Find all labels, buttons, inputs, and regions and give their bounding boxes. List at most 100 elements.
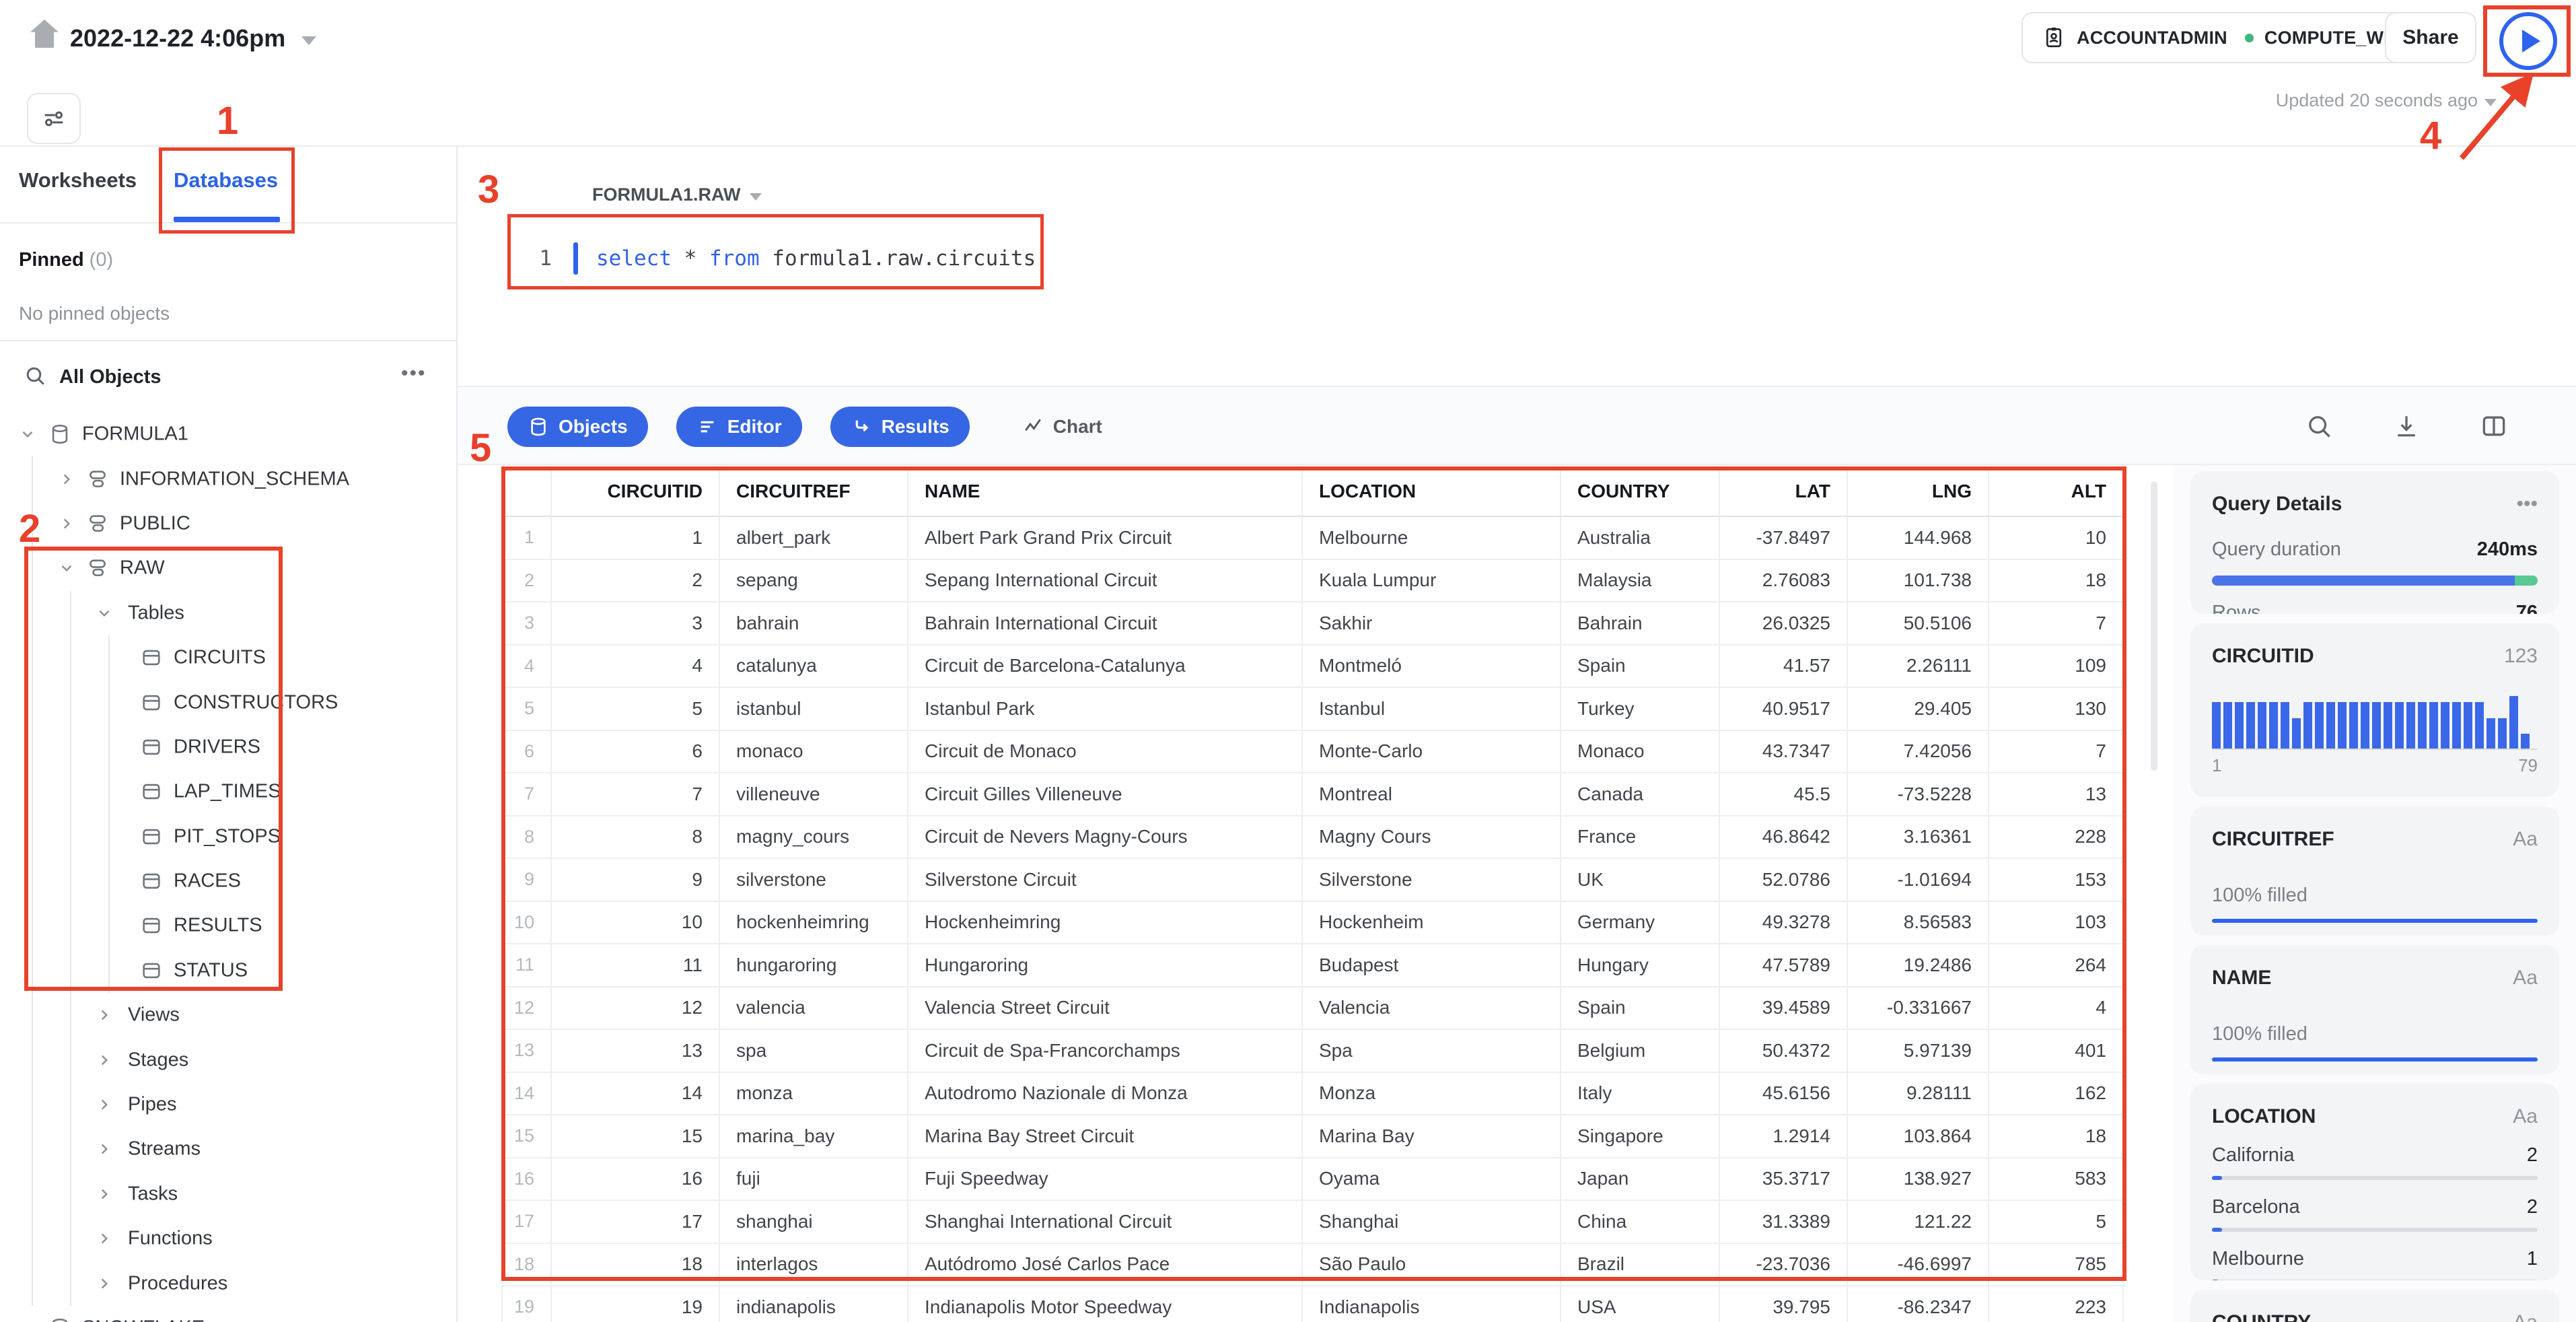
column-header-lng[interactable]: LNG — [1848, 466, 1989, 517]
table-cell: Marina Bay Street Circuit — [908, 1115, 1303, 1158]
table-row[interactable]: 6 6 monaco Circuit de Monaco Monte-Carlo Mona… — [501, 730, 2124, 773]
updated-status[interactable]: Updated 20 seconds ago — [2180, 90, 2497, 111]
table-cell: 46.8642 — [1720, 816, 1848, 859]
tree-item-information_schema[interactable]: INFORMATION_SCHEMA — [0, 456, 456, 501]
view-tab-chart[interactable]: Chart — [1022, 416, 1102, 438]
table-row[interactable]: 2 2 sepang Sepang International Circuit Kual… — [501, 559, 2124, 602]
role-label: ACCOUNTADMIN — [2077, 27, 2227, 48]
column-header-alt[interactable]: ALT — [1989, 466, 2124, 517]
tree-item-constructors[interactable]: CONSTRUCTORS — [0, 680, 456, 724]
tree-item-public[interactable]: PUBLIC — [0, 501, 456, 546]
tree-item-drivers[interactable]: DRIVERS — [0, 725, 456, 769]
table-row[interactable]: 13 13 spa Circuit de Spa-Francorchamps Spa Be… — [501, 1030, 2124, 1073]
search-icon[interactable] — [23, 363, 47, 391]
tree-item-tables[interactable]: Tables — [0, 591, 456, 635]
chevron-right-icon[interactable] — [58, 515, 75, 532]
chevron-right-icon[interactable] — [96, 1230, 113, 1247]
table-row[interactable]: 4 4 catalunya Circuit de Barcelona-Cataluny… — [501, 645, 2124, 688]
chevron-right-icon[interactable] — [58, 471, 75, 488]
split-view-icon[interactable] — [2479, 411, 2509, 441]
table-row[interactable]: 3 3 bahrain Bahrain International Circuit Sa… — [501, 602, 2124, 646]
tree-item-formula1[interactable]: FORMULA1 — [0, 412, 456, 456]
row-number: 4 — [501, 645, 552, 688]
column-header-name[interactable]: NAME — [908, 466, 1303, 517]
table-cell: Autodromo Nazionale di Monza — [908, 1072, 1303, 1115]
chevron-right-icon[interactable] — [96, 1185, 113, 1203]
chevron-right-icon[interactable] — [96, 1096, 113, 1113]
tree-item-status[interactable]: STATUS — [0, 948, 456, 993]
tree-item-stages[interactable]: Stages — [0, 1037, 456, 1082]
tree-item-circuits[interactable]: CIRCUITS — [0, 635, 456, 680]
tree-item-pit_stops[interactable]: PIT_STOPS — [0, 814, 456, 859]
table-row[interactable]: 14 14 monza Autodromo Nazionale di Monza Mon… — [501, 1072, 2124, 1115]
table-row[interactable]: 1 1 albert_park Albert Park Grand Prix Circ… — [501, 517, 2124, 560]
more-options-icon[interactable]: ••• — [401, 362, 427, 385]
tree-item-pipes[interactable]: Pipes — [0, 1082, 456, 1127]
table-cell: Monte-Carlo — [1303, 730, 1561, 773]
column-header-location[interactable]: LOCATION — [1303, 466, 1561, 517]
tree-item-results[interactable]: RESULTS — [0, 903, 456, 948]
column-header-circuitid[interactable]: CIRCUITID — [552, 466, 720, 517]
column-header-lat[interactable]: LAT — [1720, 466, 1848, 517]
table-row[interactable]: 16 16 fuji Fuji Speedway Oyama Japan 35.3717 13… — [501, 1158, 2124, 1201]
tree-item-tasks[interactable]: Tasks — [0, 1172, 456, 1216]
column-header-country[interactable]: COUNTRY — [1561, 466, 1720, 517]
sql-editor[interactable]: FORMULA1.RAW 1 select * from formula1.ra… — [458, 147, 2576, 386]
table-row[interactable]: 9 9 silverstone Silverstone Circuit Silverst… — [501, 859, 2124, 902]
table-row[interactable]: 5 5 istanbul Istanbul Park Istanbul Turkey 40.… — [501, 688, 2124, 731]
table-row[interactable]: 7 7 villeneuve Circuit Gilles Villeneuve Mon… — [501, 773, 2124, 816]
context-selector[interactable]: ACCOUNTADMIN COMPUTE_WH — [2022, 12, 2417, 63]
share-button[interactable]: Share — [2385, 12, 2476, 63]
chevron-right-icon[interactable] — [96, 1051, 113, 1069]
chevron-right-icon[interactable] — [96, 1006, 113, 1024]
table-row[interactable]: 15 15 marina_bay Marina Bay Street Circuit M… — [501, 1115, 2124, 1158]
table-cell: interlagos — [720, 1243, 908, 1286]
table-scrollbar[interactable] — [2151, 481, 2157, 771]
tab-databases[interactable]: Databases — [174, 168, 278, 193]
run-button[interactable] — [2499, 12, 2557, 70]
table-row[interactable]: 12 12 valencia Valencia Street Circuit Valen… — [501, 987, 2124, 1030]
row-number: 17 — [501, 1201, 552, 1244]
chevron-down-icon[interactable] — [58, 559, 75, 577]
table-row[interactable]: 8 8 magny_cours Circuit de Nevers Magny-Cou… — [501, 816, 2124, 859]
chevron-right-icon[interactable] — [19, 1319, 36, 1322]
circuitid-histogram[interactable] — [2212, 696, 2538, 750]
filters-button[interactable] — [27, 93, 81, 144]
tab-worksheets[interactable]: Worksheets — [19, 168, 137, 193]
tree-item-views[interactable]: Views — [0, 993, 456, 1037]
column-name: COUNTRY — [2212, 1311, 2311, 1322]
search-results-icon[interactable] — [2304, 411, 2334, 441]
chevron-right-icon[interactable] — [96, 1275, 113, 1292]
view-tab-results[interactable]: Results — [830, 407, 970, 447]
table-cell: Montmeló — [1303, 645, 1561, 688]
tree-item-snowflake[interactable]: SNOWFLAKE — [0, 1306, 456, 1322]
chevron-down-icon[interactable] — [96, 604, 113, 622]
card-menu-icon[interactable]: ••• — [2516, 493, 2538, 516]
chevron-down-icon[interactable] — [19, 425, 36, 443]
column-header-circuitref[interactable]: CIRCUITREF — [720, 466, 908, 517]
table-cell: Albert Park Grand Prix Circuit — [908, 517, 1303, 560]
view-tab-objects[interactable]: Objects — [507, 407, 648, 447]
tree-item-streams[interactable]: Streams — [0, 1127, 456, 1171]
tree-item-procedures[interactable]: Procedures — [0, 1261, 456, 1305]
sql-statement[interactable]: select * from formula1.raw.circuits — [596, 246, 1036, 271]
table-row[interactable]: 10 10 hockenheimring Hockenheimring Hockenhe… — [501, 901, 2124, 944]
table-row[interactable]: 18 18 interlagos Autódromo José Carlos Pace… — [501, 1243, 2124, 1286]
object-search[interactable]: All Objects ••• — [0, 361, 456, 401]
table-row[interactable]: 11 11 hungaroring Hungaroring Budapest Hungar… — [501, 944, 2124, 987]
chevron-right-icon[interactable] — [96, 1140, 113, 1158]
tree-item-functions[interactable]: Functions — [0, 1216, 456, 1261]
tree-item-lap_times[interactable]: LAP_TIMES — [0, 769, 456, 814]
home-icon[interactable] — [26, 15, 63, 53]
schema-icon — [86, 557, 109, 580]
editor-context-selector[interactable]: FORMULA1.RAW — [592, 184, 762, 205]
tree-item-raw[interactable]: RAW — [0, 546, 456, 590]
download-icon[interactable] — [2392, 411, 2421, 441]
view-tab-editor[interactable]: Editor — [676, 407, 802, 447]
tree-item-races[interactable]: RACES — [0, 859, 456, 903]
table-row[interactable]: 17 17 shanghai Shanghai International Circu… — [501, 1201, 2124, 1244]
title-dropdown-caret-icon[interactable] — [301, 36, 316, 45]
histogram-bar — [2338, 702, 2347, 749]
table-row[interactable]: 19 19 indianapolis Indianapolis Motor Speed… — [501, 1286, 2124, 1322]
tree-item-label: Streams — [128, 1138, 201, 1160]
